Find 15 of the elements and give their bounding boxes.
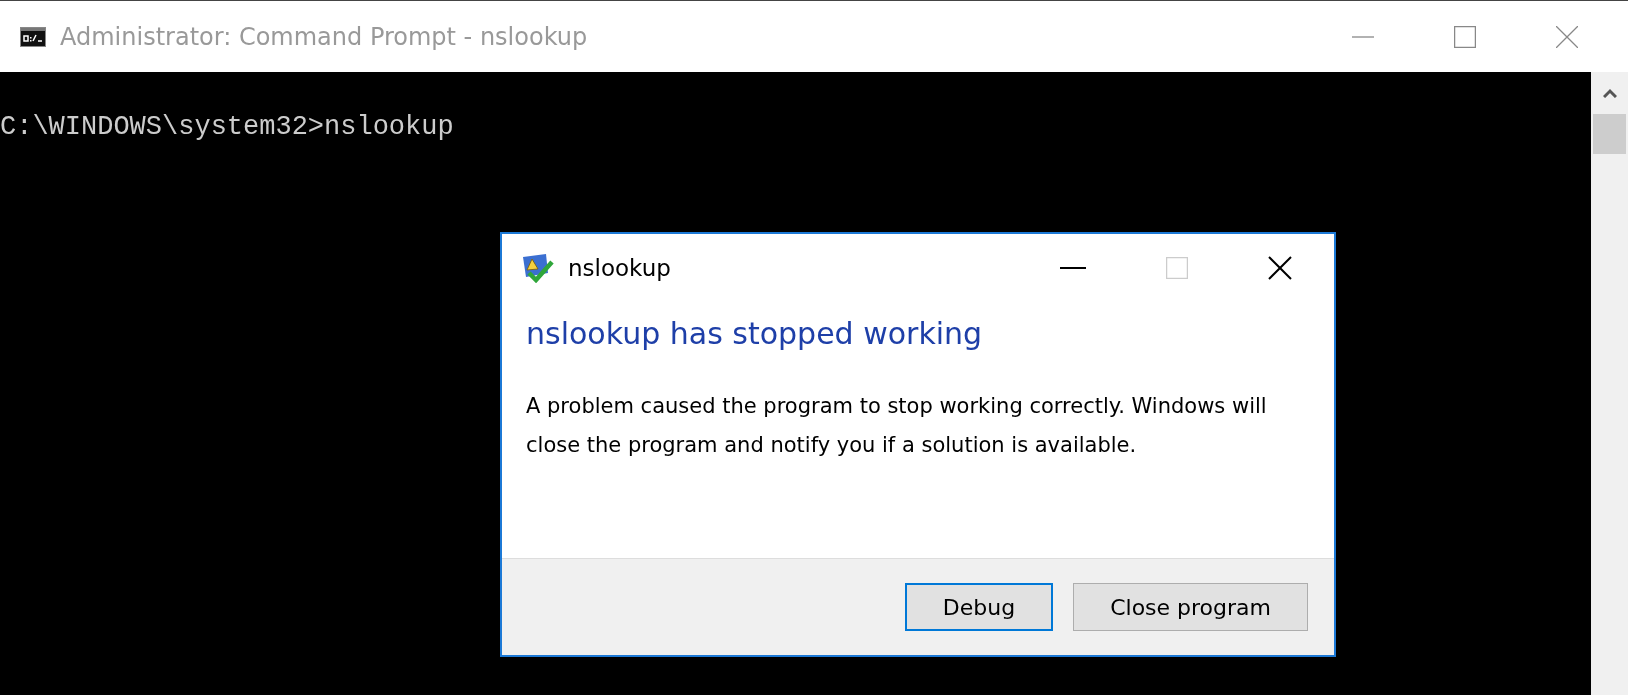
window-title: Administrator: Command Prompt - nslookup bbox=[60, 22, 588, 51]
close-program-button[interactable]: Close program bbox=[1073, 583, 1308, 631]
dialog-heading: nslookup has stopped working bbox=[526, 316, 984, 351]
dialog-title: nslookup bbox=[568, 255, 671, 281]
debug-button[interactable]: Debug bbox=[904, 583, 1054, 631]
close-icon[interactable] bbox=[1268, 256, 1292, 280]
scroll-up-icon[interactable] bbox=[1602, 88, 1617, 98]
terminal-icon bbox=[20, 26, 46, 47]
dialog-message: A problem caused the program to stop working correctly. Windows will close the program and notify you if a solution is available. bbox=[526, 393, 1268, 459]
console-line: C:\WINDOWS\system32>nslookup bbox=[0, 112, 455, 142]
warning-check-icon bbox=[520, 253, 554, 283]
maximize-icon[interactable] bbox=[1454, 25, 1476, 48]
minimize-icon[interactable] bbox=[1060, 266, 1086, 270]
scrollbar-thumb[interactable] bbox=[1593, 114, 1626, 154]
scrollbar[interactable] bbox=[1591, 72, 1628, 695]
